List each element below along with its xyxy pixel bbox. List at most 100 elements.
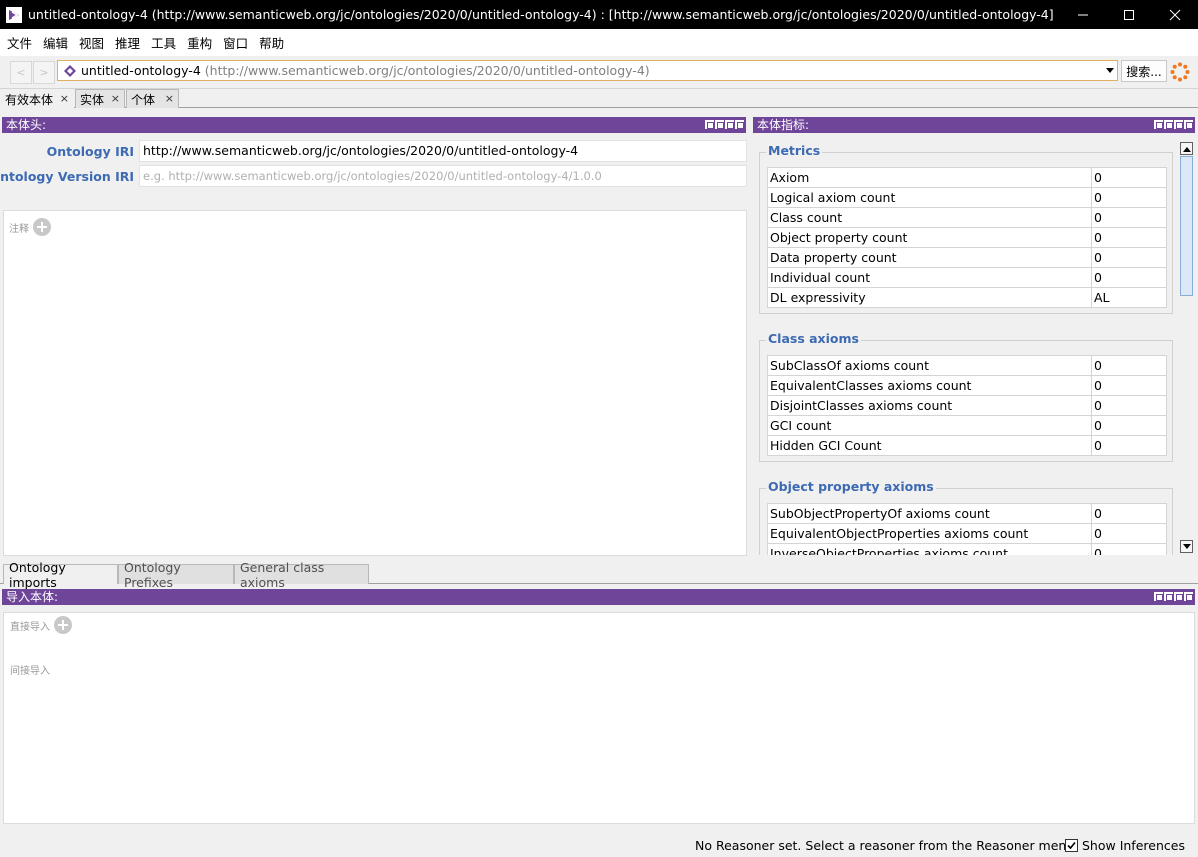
annotations-area[interactable]: 注释 bbox=[3, 210, 747, 556]
panel-window-controls bbox=[1154, 120, 1193, 129]
dropdown-arrow-icon[interactable] bbox=[1105, 65, 1115, 75]
direct-imports-header: 直接导入 bbox=[10, 616, 72, 634]
metric-name: DL expressivity bbox=[767, 287, 1092, 308]
reasoner-status-icon bbox=[1170, 62, 1190, 82]
metric-value: 0 bbox=[1091, 395, 1167, 416]
ontology-version-iri-field[interactable]: e.g. http://www.semanticweb.org/jc/ontol… bbox=[139, 165, 747, 187]
metric-value: 0 bbox=[1091, 355, 1167, 376]
tab-active-ontology[interactable]: 有效本体 × bbox=[0, 89, 74, 108]
minimize-button[interactable] bbox=[1060, 0, 1106, 29]
add-annotation-icon[interactable] bbox=[33, 218, 51, 236]
imported-ontologies-panel-title: 导入本体: bbox=[2, 589, 1195, 605]
panel-split-icon[interactable] bbox=[1164, 592, 1173, 601]
class-axioms-group: Class axioms SubClassOf axioms count 0 Eq… bbox=[759, 331, 1173, 462]
tab-close-icon[interactable]: × bbox=[165, 92, 174, 105]
tab-close-icon[interactable]: × bbox=[111, 92, 120, 105]
panel-maximize-icon[interactable] bbox=[1174, 592, 1183, 601]
metric-name: Object property count bbox=[767, 227, 1092, 248]
metric-name: InverseObjectProperties axioms count bbox=[767, 543, 1092, 555]
metric-name: Axiom bbox=[767, 167, 1092, 188]
tab-label: 有效本体 bbox=[5, 92, 54, 107]
panel-maximize-icon[interactable] bbox=[725, 120, 734, 129]
panel-title: 导入本体: bbox=[6, 590, 59, 604]
panel-close-icon[interactable] bbox=[1184, 592, 1193, 601]
panel-split-icon[interactable] bbox=[715, 120, 724, 129]
protege-app-icon bbox=[6, 6, 22, 23]
metric-value: 0 bbox=[1091, 207, 1167, 228]
menu-reasoner[interactable]: 推理 bbox=[110, 33, 146, 52]
show-inferences-checkbox[interactable] bbox=[1065, 839, 1078, 852]
table-row: DL expressivity AL bbox=[767, 287, 1167, 308]
ontology-iri-field[interactable]: http://www.semanticweb.org/jc/ontologies… bbox=[139, 140, 747, 162]
panel-close-icon[interactable] bbox=[1184, 120, 1193, 129]
metrics-scroll-area[interactable]: Metrics Axiom 0 Logical axiom count 0 Clas… bbox=[753, 141, 1178, 555]
table-row: GCI count 0 bbox=[767, 415, 1167, 436]
reasoner-status-message: No Reasoner set. Select a reasoner from … bbox=[695, 838, 1075, 853]
group-title: Metrics bbox=[766, 143, 823, 158]
show-inferences-label[interactable]: Show Inferences bbox=[1082, 838, 1185, 853]
panel-maximize-icon[interactable] bbox=[1174, 120, 1183, 129]
metric-value: 0 bbox=[1091, 227, 1167, 248]
scroll-up-button[interactable] bbox=[1180, 142, 1193, 155]
add-import-icon[interactable] bbox=[54, 616, 72, 634]
minimize-icon bbox=[1078, 14, 1088, 15]
tab-ontology-imports[interactable]: Ontology imports bbox=[3, 560, 118, 590]
back-button[interactable]: < bbox=[10, 61, 32, 84]
chevron-down-icon bbox=[1182, 543, 1191, 549]
menu-refactor[interactable]: 重构 bbox=[182, 33, 218, 52]
table-row: SubObjectPropertyOf axioms count 0 bbox=[767, 503, 1167, 524]
panel-float-icon[interactable] bbox=[1154, 592, 1163, 601]
table-row: Object property count 0 bbox=[767, 227, 1167, 248]
metric-value: 0 bbox=[1091, 503, 1167, 524]
table-row: EquivalentClasses axioms count 0 bbox=[767, 375, 1167, 396]
menu-view[interactable]: 视图 bbox=[74, 33, 110, 52]
metric-name: EquivalentClasses axioms count bbox=[767, 375, 1092, 396]
metric-value: 0 bbox=[1091, 435, 1167, 456]
metric-name: Hidden GCI Count bbox=[767, 435, 1092, 456]
metric-value: 0 bbox=[1091, 375, 1167, 396]
tab-general-class-axioms[interactable]: General class axioms bbox=[234, 560, 369, 590]
maximize-button[interactable] bbox=[1106, 0, 1152, 29]
table-row: InverseObjectProperties axioms count 0 bbox=[767, 543, 1167, 555]
close-icon bbox=[1169, 9, 1181, 20]
metric-name: Data property count bbox=[767, 247, 1092, 268]
metric-value: 0 bbox=[1091, 247, 1167, 268]
panel-close-icon[interactable] bbox=[735, 120, 744, 129]
panel-float-icon[interactable] bbox=[705, 120, 714, 129]
tab-ontology-prefixes[interactable]: Ontology Prefixes bbox=[118, 560, 234, 590]
metric-value: 0 bbox=[1091, 543, 1167, 555]
panel-title: 本体指标: bbox=[757, 118, 810, 132]
forward-button[interactable]: > bbox=[33, 61, 55, 84]
menu-tools[interactable]: 工具 bbox=[146, 33, 182, 52]
menu-window[interactable]: 窗口 bbox=[218, 33, 254, 52]
ontology-icon bbox=[64, 64, 76, 77]
indirect-imports-label: 间接导入 bbox=[10, 666, 50, 677]
menu-edit[interactable]: 编辑 bbox=[38, 33, 74, 52]
tab-individuals[interactable]: 个体 × bbox=[126, 89, 179, 108]
window-title: untitled-ontology-4 (http://www.semantic… bbox=[28, 7, 1054, 22]
table-row: DisjointClasses axioms count 0 bbox=[767, 395, 1167, 416]
menu-bar: 文件 编辑 视图 推理 工具 重构 窗口 帮助 bbox=[0, 29, 1198, 56]
tab-entities[interactable]: 实体 × bbox=[75, 89, 125, 108]
metric-value: 0 bbox=[1091, 167, 1167, 188]
metric-value: 0 bbox=[1091, 267, 1167, 288]
scroll-down-button[interactable] bbox=[1180, 540, 1193, 553]
ontology-header-panel-title: 本体头: bbox=[2, 117, 746, 133]
tab-close-icon[interactable]: × bbox=[60, 92, 69, 105]
panel-window-controls bbox=[705, 120, 744, 129]
panel-float-icon[interactable] bbox=[1154, 120, 1163, 129]
menu-help[interactable]: 帮助 bbox=[254, 33, 290, 52]
ontology-selector[interactable]: untitled-ontology-4 (http://www.semantic… bbox=[57, 60, 1118, 81]
panel-title: 本体头: bbox=[6, 118, 47, 132]
close-window-button[interactable] bbox=[1152, 0, 1198, 29]
search-button[interactable]: 搜索... bbox=[1121, 60, 1167, 82]
chevron-up-icon bbox=[1182, 146, 1191, 152]
menu-file[interactable]: 文件 bbox=[2, 33, 38, 52]
maximize-icon bbox=[1124, 9, 1134, 20]
status-bar: No Reasoner set. Select a reasoner from … bbox=[0, 835, 1198, 857]
metrics-scrollbar[interactable] bbox=[1178, 141, 1195, 555]
imports-area[interactable]: 直接导入 间接导入 bbox=[3, 612, 1195, 824]
panel-split-icon[interactable] bbox=[1164, 120, 1173, 129]
scroll-thumb[interactable] bbox=[1180, 156, 1193, 296]
metric-name: SubClassOf axioms count bbox=[767, 355, 1092, 376]
